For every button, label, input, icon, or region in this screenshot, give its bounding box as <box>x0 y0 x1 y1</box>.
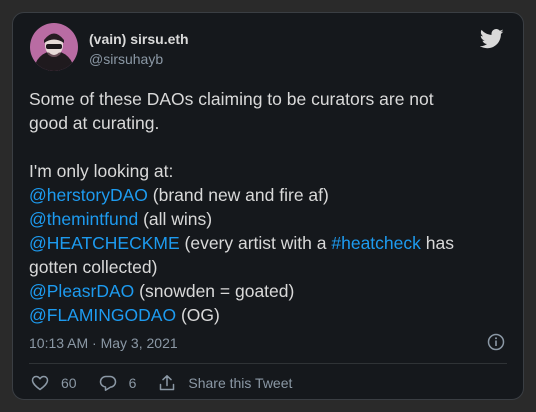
divider <box>29 363 507 364</box>
mention-link-pleasrdao[interactable]: @PleasrDAO <box>29 281 134 301</box>
username-handle[interactable]: @sirsuhayb <box>89 51 163 67</box>
hashtag-link-heatcheck[interactable]: #heatcheck <box>331 233 421 253</box>
tweet-card: (vain) sirsu.eth @sirsuhayb Some of thes… <box>12 12 524 400</box>
mention-row: @FLAMINGODAO (OG) <box>29 303 509 327</box>
reply-icon <box>99 375 116 391</box>
mention-link-themintfund[interactable]: @themintfund <box>29 209 138 229</box>
avatar-person-icon <box>30 23 78 71</box>
mention-row: @herstoryDAO (brand new and fire af) <box>29 183 509 207</box>
mention-link-herstorydao[interactable]: @herstoryDAO <box>29 185 148 205</box>
mention-row: @HEATCHECKME (every artist with a #heatc… <box>29 231 509 255</box>
mention-row: @PleasrDAO (snowden = goated) <box>29 279 509 303</box>
avatar[interactable] <box>30 23 78 71</box>
mention-note: (brand new and fire af) <box>147 185 329 205</box>
tweet-line: good at curating. <box>29 113 160 133</box>
like-count: 60 <box>61 375 77 391</box>
mention-note: (every artist with a <box>179 233 332 253</box>
reply-button[interactable]: 6 <box>99 374 137 392</box>
info-icon[interactable] <box>487 333 505 351</box>
mention-note: (all wins) <box>138 209 213 229</box>
mention-row: @themintfund (all wins) <box>29 207 509 231</box>
share-label: Share this Tweet <box>188 375 293 391</box>
mention-link-flamingodao[interactable]: @FLAMINGODAO <box>29 305 176 325</box>
tweet-line: I'm only looking at: <box>29 161 174 181</box>
mention-note: has <box>420 233 454 253</box>
like-button[interactable]: 60 <box>31 374 77 392</box>
tweet-line: gotten collected) <box>29 257 158 277</box>
heart-icon <box>31 375 49 391</box>
reply-count: 6 <box>128 375 137 391</box>
tweet-actions: 60 6 Share this Tweet <box>31 374 314 392</box>
mention-note: (snowden = goated) <box>134 281 295 301</box>
share-icon <box>160 375 175 391</box>
share-button[interactable]: Share this Tweet <box>158 374 292 392</box>
tweet-body: Some of these DAOs claiming to be curato… <box>29 87 509 327</box>
tweet-timestamp[interactable]: 10:13 AM · May 3, 2021 <box>29 335 178 351</box>
mention-link-heatcheckme[interactable]: @HEATCHECKME <box>29 233 180 253</box>
display-name[interactable]: (vain) sirsu.eth <box>89 31 189 47</box>
twitter-bird-icon[interactable] <box>480 29 504 49</box>
mention-note: (OG) <box>176 305 220 325</box>
tweet-line: Some of these DAOs claiming to be curato… <box>29 89 434 109</box>
